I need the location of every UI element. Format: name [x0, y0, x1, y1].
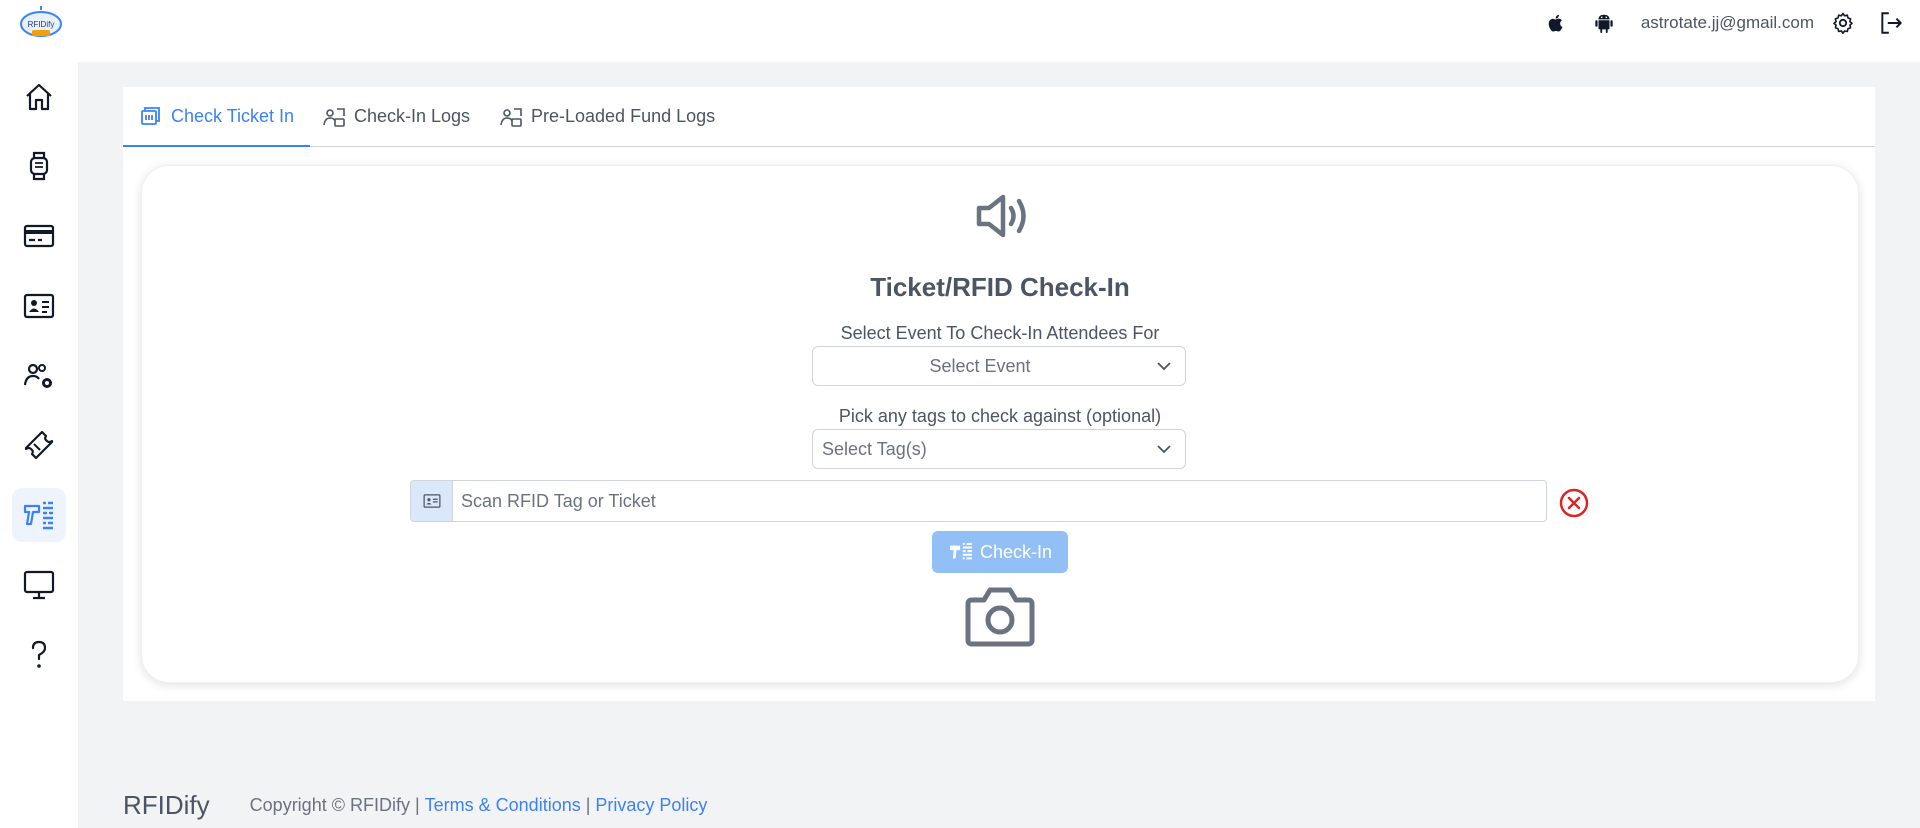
tags-select-value: Select Tag(s) [822, 439, 927, 459]
chevron-down-icon [1157, 445, 1171, 454]
main-panel: Check Ticket In Check-In Logs Pre-Loaded… [123, 87, 1875, 701]
check-in-button-label: Check-In [979, 541, 1053, 562]
event-select-value: Select Event [929, 356, 1031, 376]
footer-separator: | [585, 794, 591, 815]
android-icon [1595, 14, 1613, 34]
tab-bar: Check Ticket In Check-In Logs Pre-Loaded… [123, 87, 1875, 147]
chevron-down-icon [1157, 362, 1171, 371]
apple-icon [1548, 14, 1563, 32]
logo[interactable]: RFIDify [18, 4, 64, 38]
id-card-icon [23, 293, 55, 319]
camera-icon[interactable] [964, 584, 1036, 648]
settings-button[interactable] [1830, 10, 1856, 36]
footer-copyright: Copyright © RFIDify | [249, 794, 420, 815]
sidebar-item-check-in[interactable] [12, 488, 66, 542]
tab-check-in-logs[interactable]: Check-In Logs [322, 87, 470, 146]
logout-button[interactable] [1878, 10, 1904, 36]
tags-select[interactable]: Select Tag(s) [812, 429, 1186, 469]
help-icon [31, 640, 47, 668]
speaker-icon[interactable] [975, 193, 1031, 239]
user-log-icon [500, 107, 522, 127]
ticket-icon [24, 430, 54, 460]
id-card-icon [423, 494, 440, 508]
top-bar: astrotate.jj@gmail.com [78, 0, 1920, 62]
privacy-link[interactable]: Privacy Policy [595, 795, 707, 816]
ticket-stack-icon [141, 107, 160, 125]
tab-check-ticket-in[interactable]: Check Ticket In [123, 87, 311, 147]
home-icon [26, 83, 52, 111]
sidebar-item-help[interactable] [12, 628, 66, 682]
sidebar-item-wristbands[interactable] [12, 139, 66, 193]
gear-icon [1833, 12, 1853, 34]
sidebar-item-staff[interactable] [12, 349, 66, 403]
tab-label: Pre-Loaded Fund Logs [531, 106, 716, 126]
tab-pre-loaded-fund-logs[interactable]: Pre-Loaded Fund Logs [499, 87, 715, 146]
watch-icon [29, 151, 49, 181]
sidebar-item-display[interactable] [12, 558, 66, 612]
users-gear-icon [23, 363, 52, 388]
svg-text:RFIDify: RFIDify [28, 20, 55, 29]
event-select[interactable]: Select Event [812, 346, 1186, 386]
terms-link[interactable]: Terms & Conditions [425, 795, 581, 816]
sidebar-item-payments[interactable] [12, 209, 66, 263]
android-app-link[interactable] [1591, 10, 1617, 36]
event-select-label: Select Event To Check-In Attendees For [840, 323, 1160, 343]
apple-app-link[interactable] [1543, 10, 1569, 36]
footer-brand: RFIDify [123, 789, 210, 820]
tab-label: Check Ticket In [171, 105, 295, 126]
check-in-button[interactable]: Check-In [932, 531, 1068, 573]
sidebar-item-tickets[interactable] [12, 418, 66, 472]
footer: RFIDify Copyright © RFIDify | Terms & Co… [123, 790, 707, 820]
scan-addon [411, 481, 453, 521]
sidebar-item-attendees[interactable] [12, 279, 66, 333]
sidebar-item-home[interactable] [12, 70, 66, 124]
monitor-icon [23, 570, 55, 600]
card-title: Ticket/RFID Check-In [870, 272, 1130, 302]
credit-card-icon [23, 224, 55, 248]
scanner-icon [23, 501, 53, 530]
scanner-icon [950, 542, 972, 560]
scan-input[interactable] [453, 481, 1543, 521]
logout-icon [1881, 12, 1902, 34]
check-in-card: Ticket/RFID Check-In Select Event To Che… [141, 165, 1859, 683]
tab-label: Check-In Logs [354, 106, 471, 126]
tags-select-label: Pick any tags to check against (optional… [838, 406, 1162, 426]
clear-scan-button[interactable] [1558, 487, 1590, 519]
scan-input-group [410, 480, 1547, 522]
user-email: astrotate.jj@gmail.com [1640, 13, 1814, 32]
sidebar: RFIDify [0, 0, 79, 828]
user-log-icon [323, 107, 345, 127]
